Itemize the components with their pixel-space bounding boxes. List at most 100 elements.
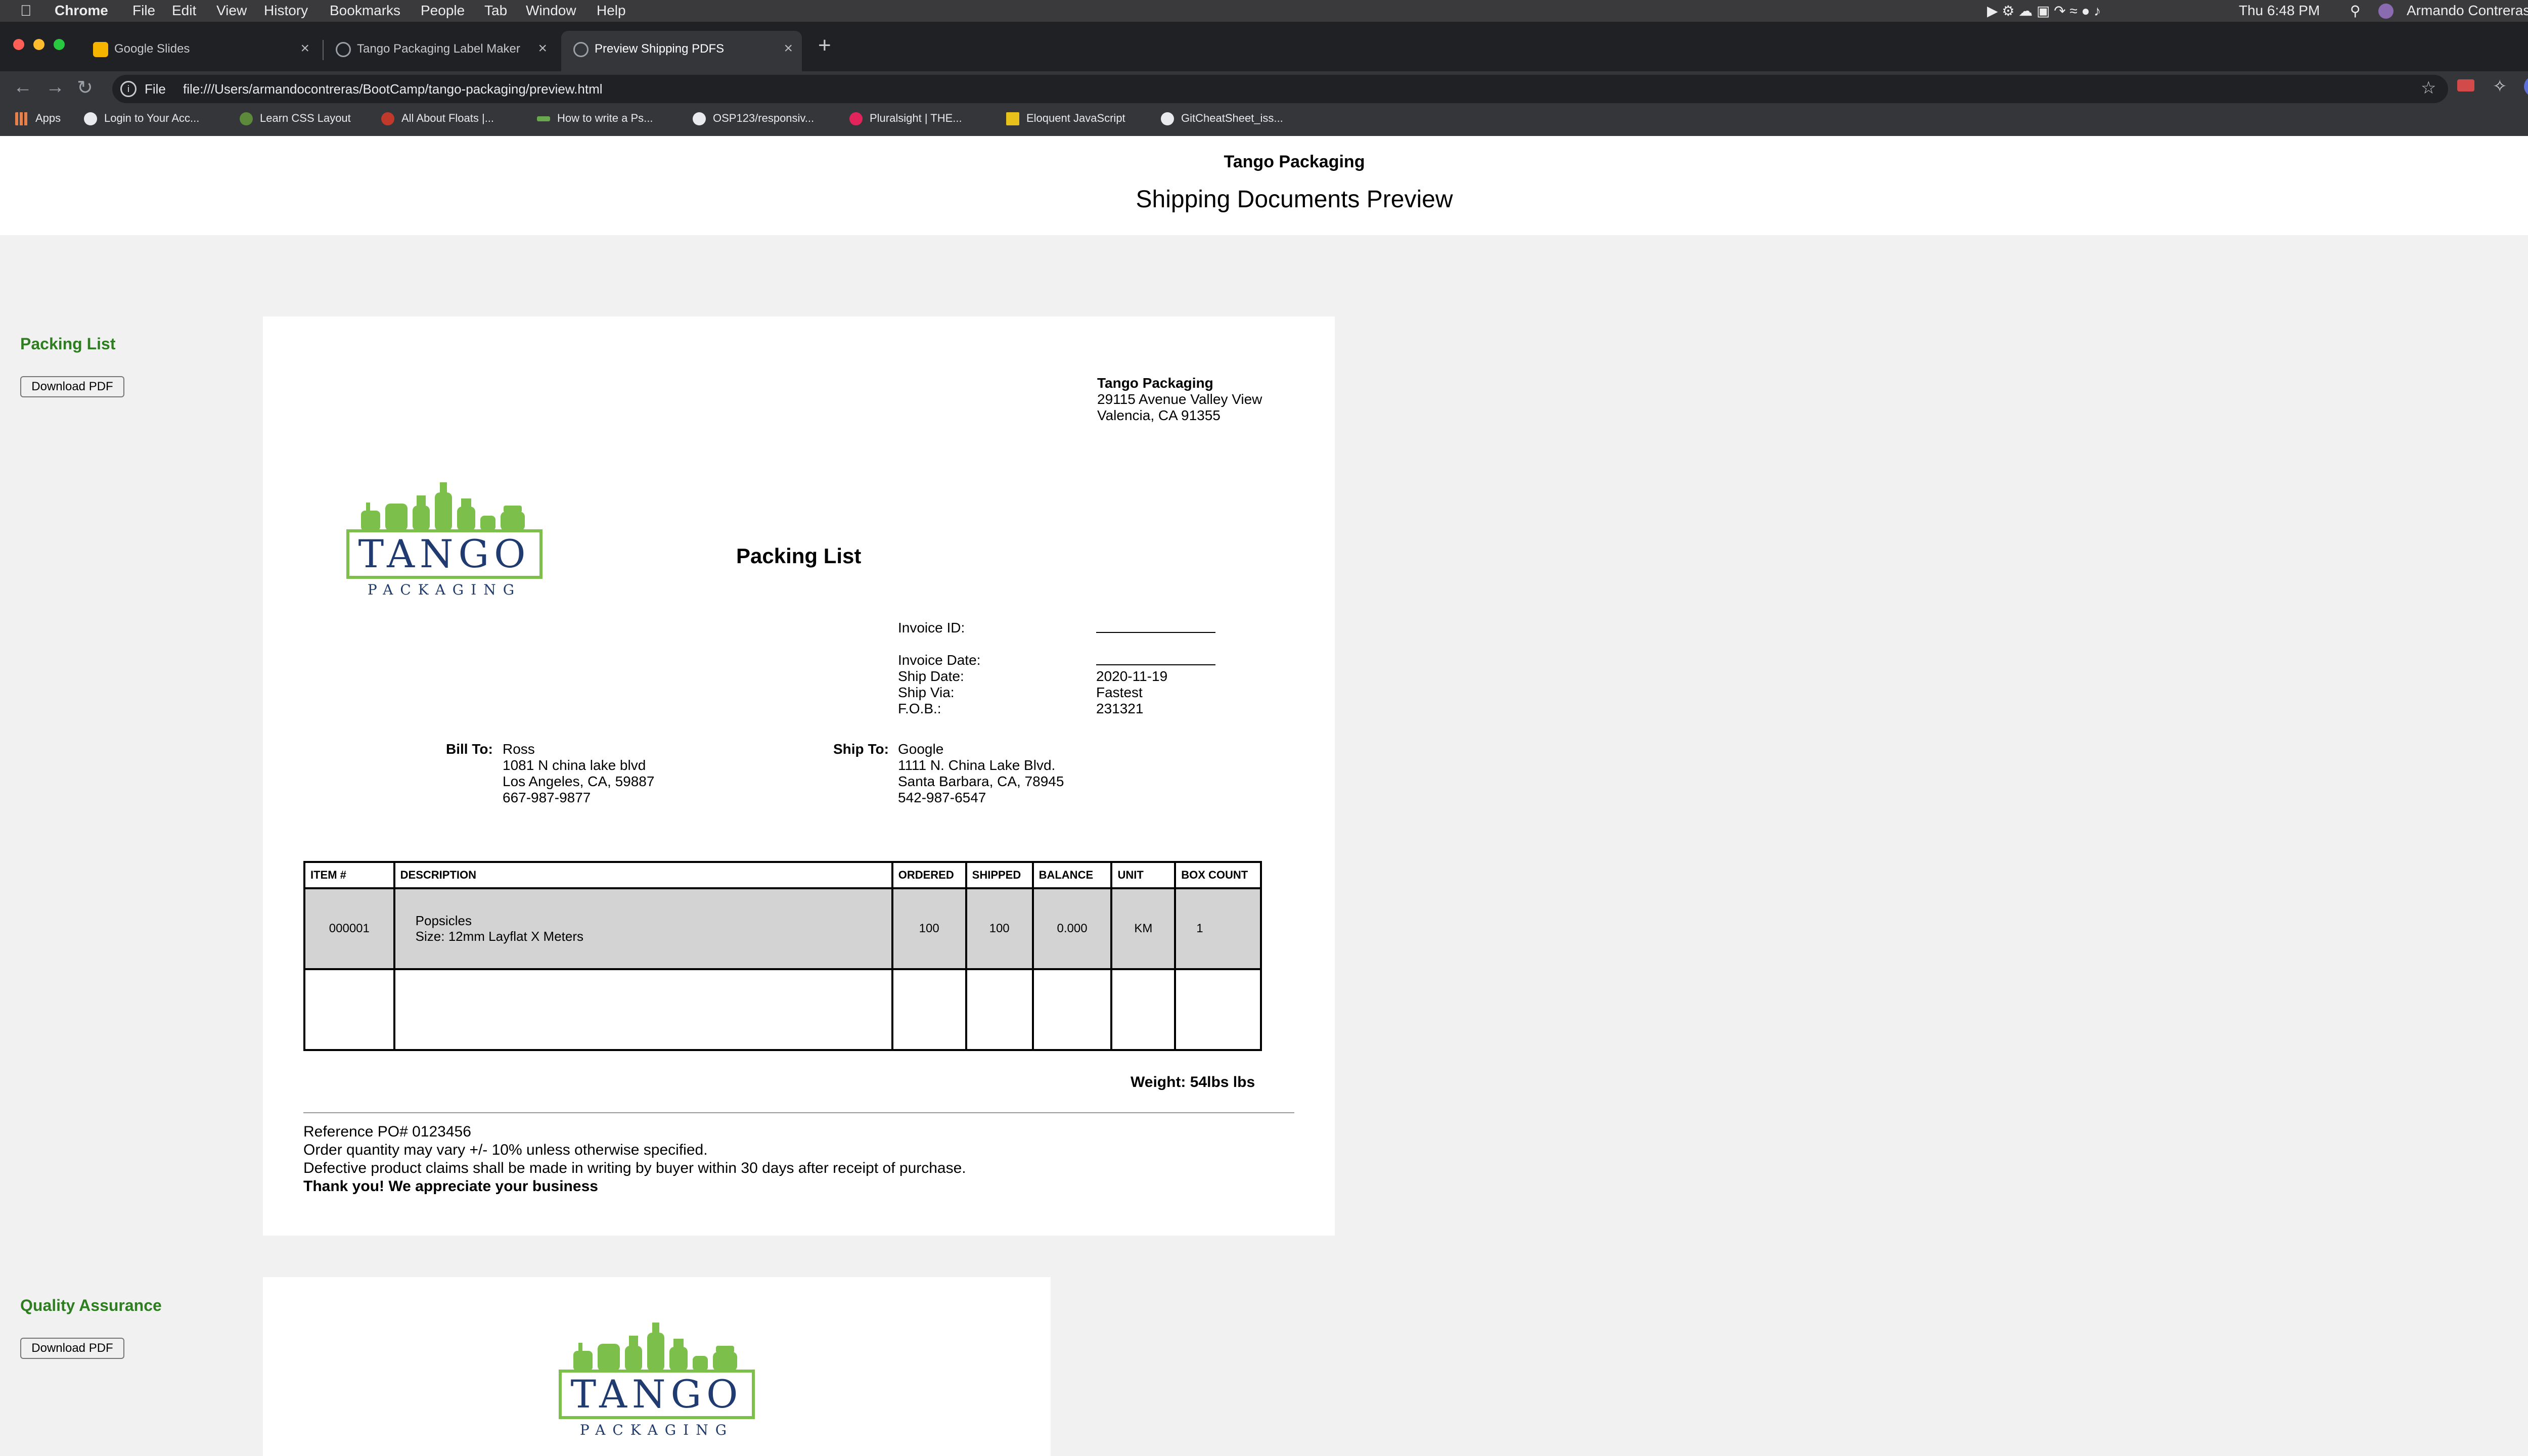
menu-file[interactable]: File [132,3,155,19]
tab-label-maker[interactable]: Tango Packaging Label Maker × [324,31,556,71]
section-title-quality-assurance: Quality Assurance [20,1296,162,1314]
ship-date-value: 2020-11-19 [1096,668,1168,684]
apple-icon[interactable]:  [20,3,32,20]
table-row: 000001 Popsicles Size: 12mm Layflat X Me… [303,887,1262,970]
back-icon[interactable]: ← [13,76,32,98]
js-icon [1006,112,1019,126]
bookmark-pluralsight[interactable]: Pluralsight | THE... [849,112,962,126]
globe-icon [381,112,394,126]
forward-icon[interactable]: → [46,76,65,98]
macos-menu-bar:  Chrome File Edit View History Bookmark… [0,0,2528,22]
extension-icon[interactable] [2457,79,2474,92]
tab-preview-shipping[interactable]: Preview Shipping PDFS × [561,31,802,71]
logo-bottles-icon: TANGO PACKAGING [559,1323,755,1438]
description-line: Popsicles [415,913,472,928]
page-header: Tango Packaging Shipping Documents Previ… [0,136,2528,235]
menu-help[interactable]: Help [597,3,626,19]
doc-company-name: Tango Packaging [1097,375,1213,391]
clock: Thu 6:48 PM [2239,3,2320,18]
claims-note: Defective product claims shall be made i… [303,1160,966,1176]
bill-to-phone: 667-987-9877 [503,790,591,805]
close-tab-icon[interactable]: × [300,40,309,57]
address-bar[interactable]: i File file:///Users/armandocontreras/Bo… [112,75,2448,103]
logo-word: TANGO [358,531,531,576]
globe-icon [84,112,97,126]
download-qa-pdf-button[interactable]: Download PDF [20,1338,124,1359]
tango-logo: TANGO PACKAGING [346,480,543,602]
puzzle-icon[interactable]: ✧ [2493,76,2507,97]
profile-avatar[interactable]: A [2524,76,2528,97]
zoom-window-icon[interactable] [54,39,65,50]
apps-grid-icon [15,112,28,126]
bookmark-git-cheatsheet[interactable]: GitCheatSheet_iss... [1161,112,1283,126]
tab-google-slides[interactable]: Google Slides × [81,31,319,71]
globe-icon [573,42,589,57]
bookmark-css-layout[interactable]: Learn CSS Layout [240,112,351,126]
ship-to-name: Google [898,741,944,757]
doc-company-street: 29115 Avenue Valley View [1097,391,1262,407]
ship-via-label: Ship Via: [898,685,955,700]
menu-edit[interactable]: Edit [172,3,196,19]
ship-to-city: Santa Barbara, CA, 78945 [898,774,1064,789]
page-title: Shipping Documents Preview [1136,186,1453,213]
minimize-window-icon[interactable] [33,39,44,50]
bookmark-github[interactable]: OSP123/responsiv... [693,112,814,126]
close-tab-icon[interactable]: × [784,40,793,57]
globe-icon [1161,112,1174,126]
reference-po: Reference PO# 0123456 [303,1123,471,1140]
menu-view[interactable]: View [216,3,247,19]
items-table: ITEM # DESCRIPTION ORDERED SHIPPED BALAN… [303,861,1262,1051]
app-menu[interactable]: Chrome [55,3,108,19]
menu-window[interactable]: Window [526,3,576,19]
close-tab-icon[interactable]: × [538,40,547,57]
bookmark-pseudocode[interactable]: How to write a Ps... [537,112,653,125]
globe-icon [336,42,351,57]
google-slides-icon [93,42,108,57]
column-header: ORDERED [891,861,967,889]
star-icon[interactable]: ☆ [2421,78,2436,98]
ship-via-value: Fastest [1096,685,1143,700]
bookmarks-bar: Apps Login to Your Acc... Learn CSS Layo… [0,107,2528,136]
bookmark-login[interactable]: Login to Your Acc... [84,112,199,126]
thank-you-note: Thank you! We appreciate your business [303,1178,598,1195]
menu-history[interactable]: History [264,3,308,19]
new-tab-icon[interactable]: + [818,33,831,58]
column-header: BOX COUNT [1174,861,1262,889]
info-icon[interactable]: i [120,81,137,97]
box-count-cell: 1 [1174,887,1262,970]
logo-bottles-icon: TANGO PACKAGING [346,482,543,598]
globe-icon [240,112,253,126]
fob-value: 231321 [1096,701,1144,716]
link-icon [537,116,550,122]
company-title: Tango Packaging [1224,152,1365,171]
bookmark-eloquent-js[interactable]: Eloquent JavaScript [1006,112,1125,126]
unit-cell: KM [1110,887,1177,970]
tab-title: Preview Shipping PDFS [595,42,725,56]
user-name[interactable]: Armando Contreras [2407,3,2528,19]
search-icon[interactable]: ⚲ [2350,3,2361,19]
status-icons: ▶ ⚙ ☁ ▣ ↷ ≈ ● ♪ [1987,3,2101,19]
url-scheme: File [145,81,166,97]
invoice-date-blank [1096,664,1215,665]
ship-to-label: Ship To: [833,741,889,757]
doc-company-city: Valencia, CA 91355 [1097,407,1221,423]
reload-icon[interactable]: ↻ [77,76,93,99]
menu-people[interactable]: People [421,3,465,19]
download-packing-pdf-button[interactable]: Download PDF [20,376,124,397]
description-cell: Popsicles Size: 12mm Layflat X Meters [393,887,893,970]
tango-logo: TANGO PACKAGING [558,1321,755,1442]
bill-to-street: 1081 N china lake blvd [503,757,646,773]
menu-bookmarks[interactable]: Bookmarks [330,3,400,19]
divider [303,1112,1294,1113]
bill-to-name: Ross [503,741,535,757]
bookmark-floats[interactable]: All About Floats |... [381,112,494,126]
section-title-packing-list: Packing List [20,335,116,353]
bookmark-apps[interactable]: Apps [15,112,61,126]
url-text[interactable]: file:///Users/armandocontreras/BootCamp/… [183,81,603,97]
table-header-row: ITEM # DESCRIPTION ORDERED SHIPPED BALAN… [303,861,1262,889]
table-row-empty [303,968,1262,1051]
description-line: Size: 12mm Layflat X Meters [415,929,584,944]
close-window-icon[interactable] [13,39,24,50]
menu-tab[interactable]: Tab [484,3,507,19]
user-avatar-icon[interactable] [2378,4,2394,19]
